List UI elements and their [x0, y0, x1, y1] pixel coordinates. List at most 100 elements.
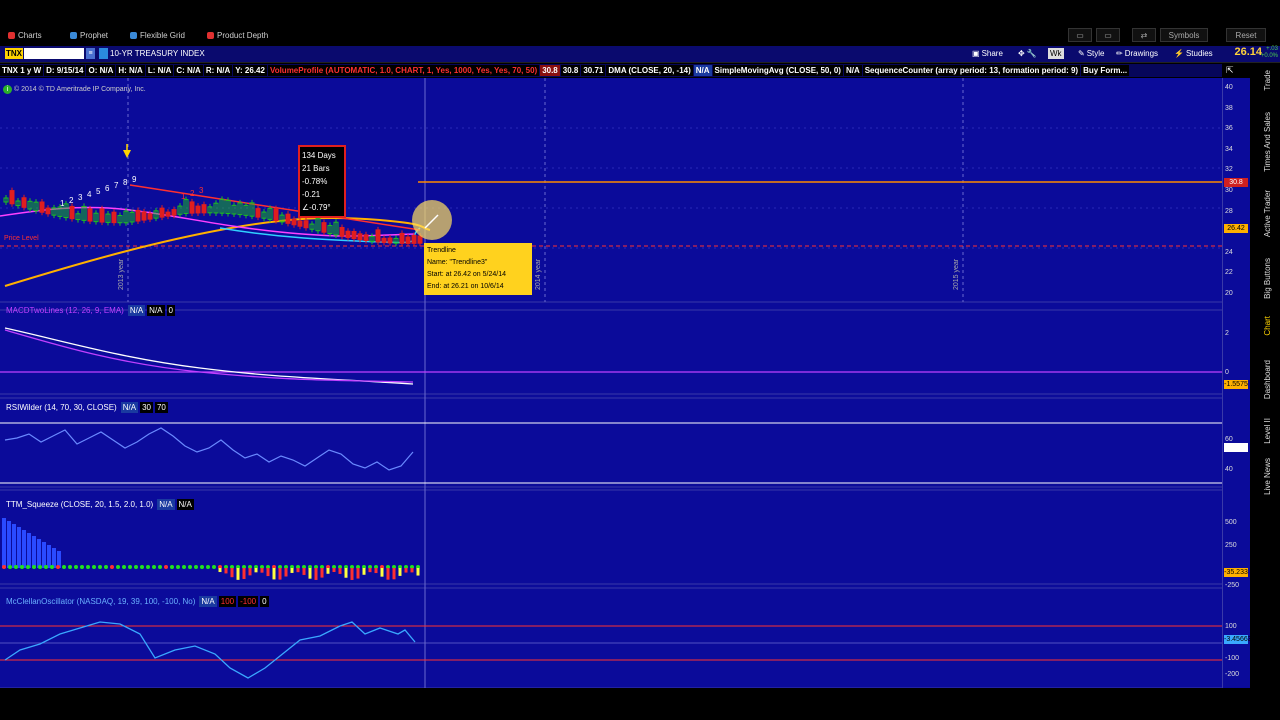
ttm-histogram-bar	[42, 542, 46, 568]
timeframe-button[interactable]: Wk	[1048, 48, 1064, 59]
study-legend-item[interactable]: O: N/A	[86, 65, 116, 76]
candle-body	[135, 209, 141, 222]
candle-body	[195, 205, 201, 214]
info-icon[interactable]: i	[3, 85, 12, 94]
price-change: +.03 +0.0%	[1261, 46, 1278, 60]
study-legend-item[interactable]: VolumeProfile (AUTOMATIC, 1.0, CHART, 1,…	[267, 65, 540, 76]
study-legend-item[interactable]: N/A	[693, 65, 712, 76]
study-legend-item[interactable]: TNX 1 y W	[0, 65, 44, 76]
price-marker: 26.42	[1224, 224, 1248, 233]
sequence-count-label: 1	[60, 199, 65, 208]
study-legend-item[interactable]: SequenceCounter (array period: 13, forma…	[862, 65, 1081, 76]
ttm-ylabel: 250	[1225, 542, 1237, 549]
layout-button-2[interactable]: ▭	[1096, 28, 1120, 42]
mco-legend: McClellanOscillator (NASDAQ, 19, 39, 100…	[4, 596, 271, 607]
rsi-oversold: 30	[140, 402, 153, 413]
sequence-count-label: 2	[69, 196, 74, 205]
ttm-histogram-bar	[302, 568, 306, 575]
symbol-input[interactable]	[24, 48, 84, 59]
ttm-squeeze-dot	[152, 565, 156, 569]
ttm-squeeze-dot	[20, 565, 24, 569]
ttm-squeeze-dot	[74, 565, 78, 569]
charts-icon	[8, 31, 15, 39]
ttm-squeeze-dot	[110, 565, 114, 569]
trendline-info-tooltip: Trendline Name: "Trendline3" Start: at 26.…	[424, 243, 532, 295]
share-icon: ▣	[972, 49, 980, 58]
rsi-ylabel: 60	[1225, 436, 1233, 443]
candle-body	[255, 208, 261, 218]
side-tab-trade[interactable]: Trade	[1263, 70, 1272, 91]
style-button[interactable]: ✎ Style	[1078, 48, 1105, 59]
link-color-icon[interactable]	[99, 48, 108, 59]
link-button[interactable]: ⇄	[1132, 28, 1156, 42]
candle-body	[357, 233, 363, 241]
drawings-label: Drawings	[1124, 49, 1159, 58]
ttm-histogram-bar	[254, 568, 258, 573]
study-legend-item[interactable]: Y: 26.42	[233, 65, 267, 76]
tab-product-depth[interactable]: Product Depth	[207, 29, 268, 41]
study-legend-item[interactable]: N/A	[843, 65, 862, 76]
study-legend-item[interactable]: 30.71	[581, 65, 606, 76]
symbols-button[interactable]: Symbols	[1160, 28, 1208, 42]
sequence-count-label: 5	[96, 187, 101, 196]
study-legend-item[interactable]: 30.8	[560, 65, 581, 76]
candle-body	[387, 237, 393, 244]
studies-button[interactable]: ⚡ Studies	[1174, 48, 1213, 59]
ttm-squeeze-dot	[194, 565, 198, 569]
ttm-squeeze-dot	[98, 565, 102, 569]
sequence-count-label: 4	[87, 190, 92, 199]
tooltip-line: 21 Bars	[302, 164, 330, 173]
share-button[interactable]: ▣ Share	[972, 48, 1003, 59]
study-legend-item[interactable]: 30.8	[540, 65, 560, 76]
study-legend-item[interactable]: R: N/A	[203, 65, 233, 76]
candle-body	[21, 197, 27, 208]
side-tab-level-ii[interactable]: Level II	[1263, 418, 1272, 444]
prophet-icon	[70, 31, 77, 39]
ttm-histogram-bar	[37, 539, 41, 568]
macd-line	[4, 327, 414, 385]
mco-line	[4, 621, 416, 679]
ttm-marker: -35.233	[1224, 568, 1248, 577]
study-legend-item[interactable]: C: N/A	[174, 65, 203, 76]
mco-zero: 0	[260, 596, 269, 607]
candle-body	[201, 204, 207, 214]
study-legend-item[interactable]: DMA (CLOSE, 20, -14)	[606, 65, 693, 76]
side-tab-chart[interactable]: Chart	[1263, 316, 1272, 336]
chart-settings-icon[interactable]: ⇱	[1226, 65, 1238, 76]
study-legend-item[interactable]: L: N/A	[145, 65, 174, 76]
ttm-histogram-bar	[404, 568, 408, 573]
tab-flexible-grid[interactable]: Flexible Grid	[130, 29, 185, 41]
side-tab-big-buttons[interactable]: Big Buttons	[1263, 258, 1272, 299]
study-legend-bar: TNX 1 y W D: 9/15/14 O: N/A H: N/A L: N/A C: …	[0, 64, 1222, 77]
drawings-button[interactable]: ✏ Drawings	[1116, 48, 1158, 59]
study-legend-item[interactable]: Buy Form...	[1081, 65, 1130, 76]
side-tab-times-and-sales[interactable]: Times And Sales	[1263, 112, 1272, 172]
tab-charts[interactable]: Charts	[8, 29, 42, 41]
price-level-label: Price Level	[4, 235, 39, 242]
tools-button[interactable]: ✥ 🔧	[1018, 48, 1037, 59]
tab-prophet[interactable]: Prophet	[70, 29, 108, 41]
ttm-histogram-bar	[380, 568, 384, 577]
ttm-squeeze-dot	[104, 565, 108, 569]
mco-ylabel: -100	[1225, 655, 1240, 662]
candle-body	[69, 205, 75, 220]
mco-ylabel: 100	[1225, 623, 1237, 630]
rsi-marker	[1224, 443, 1248, 452]
ttm-squeeze-dot	[164, 565, 168, 569]
reset-button[interactable]: Reset	[1226, 28, 1266, 42]
layout-button[interactable]: ▭	[1068, 28, 1092, 42]
rsi-line	[4, 427, 414, 471]
side-tab-active-trader[interactable]: Active Trader	[1263, 190, 1272, 237]
side-tab-dashboard[interactable]: Dashboard	[1263, 360, 1272, 399]
macd-legend: MACDTwoLines (12, 26, 9, EMA) N/A N/A 0	[4, 305, 177, 316]
symbol-lookup-icon[interactable]: ≡	[86, 48, 95, 59]
study-legend-item[interactable]: SimpleMovingAvg (CLOSE, 50, 0)	[712, 65, 843, 76]
ttm-value: N/A	[157, 499, 175, 510]
ttm-histogram-bar	[290, 568, 294, 573]
study-legend-item[interactable]: H: N/A	[116, 65, 145, 76]
study-legend-item[interactable]: D: 9/15/14	[44, 65, 86, 76]
ttm-histogram-bar	[22, 530, 26, 568]
ttm-histogram-bar	[218, 568, 222, 573]
side-tab-live-news[interactable]: Live News	[1263, 458, 1272, 495]
symbol-box[interactable]: TNX	[5, 48, 23, 59]
